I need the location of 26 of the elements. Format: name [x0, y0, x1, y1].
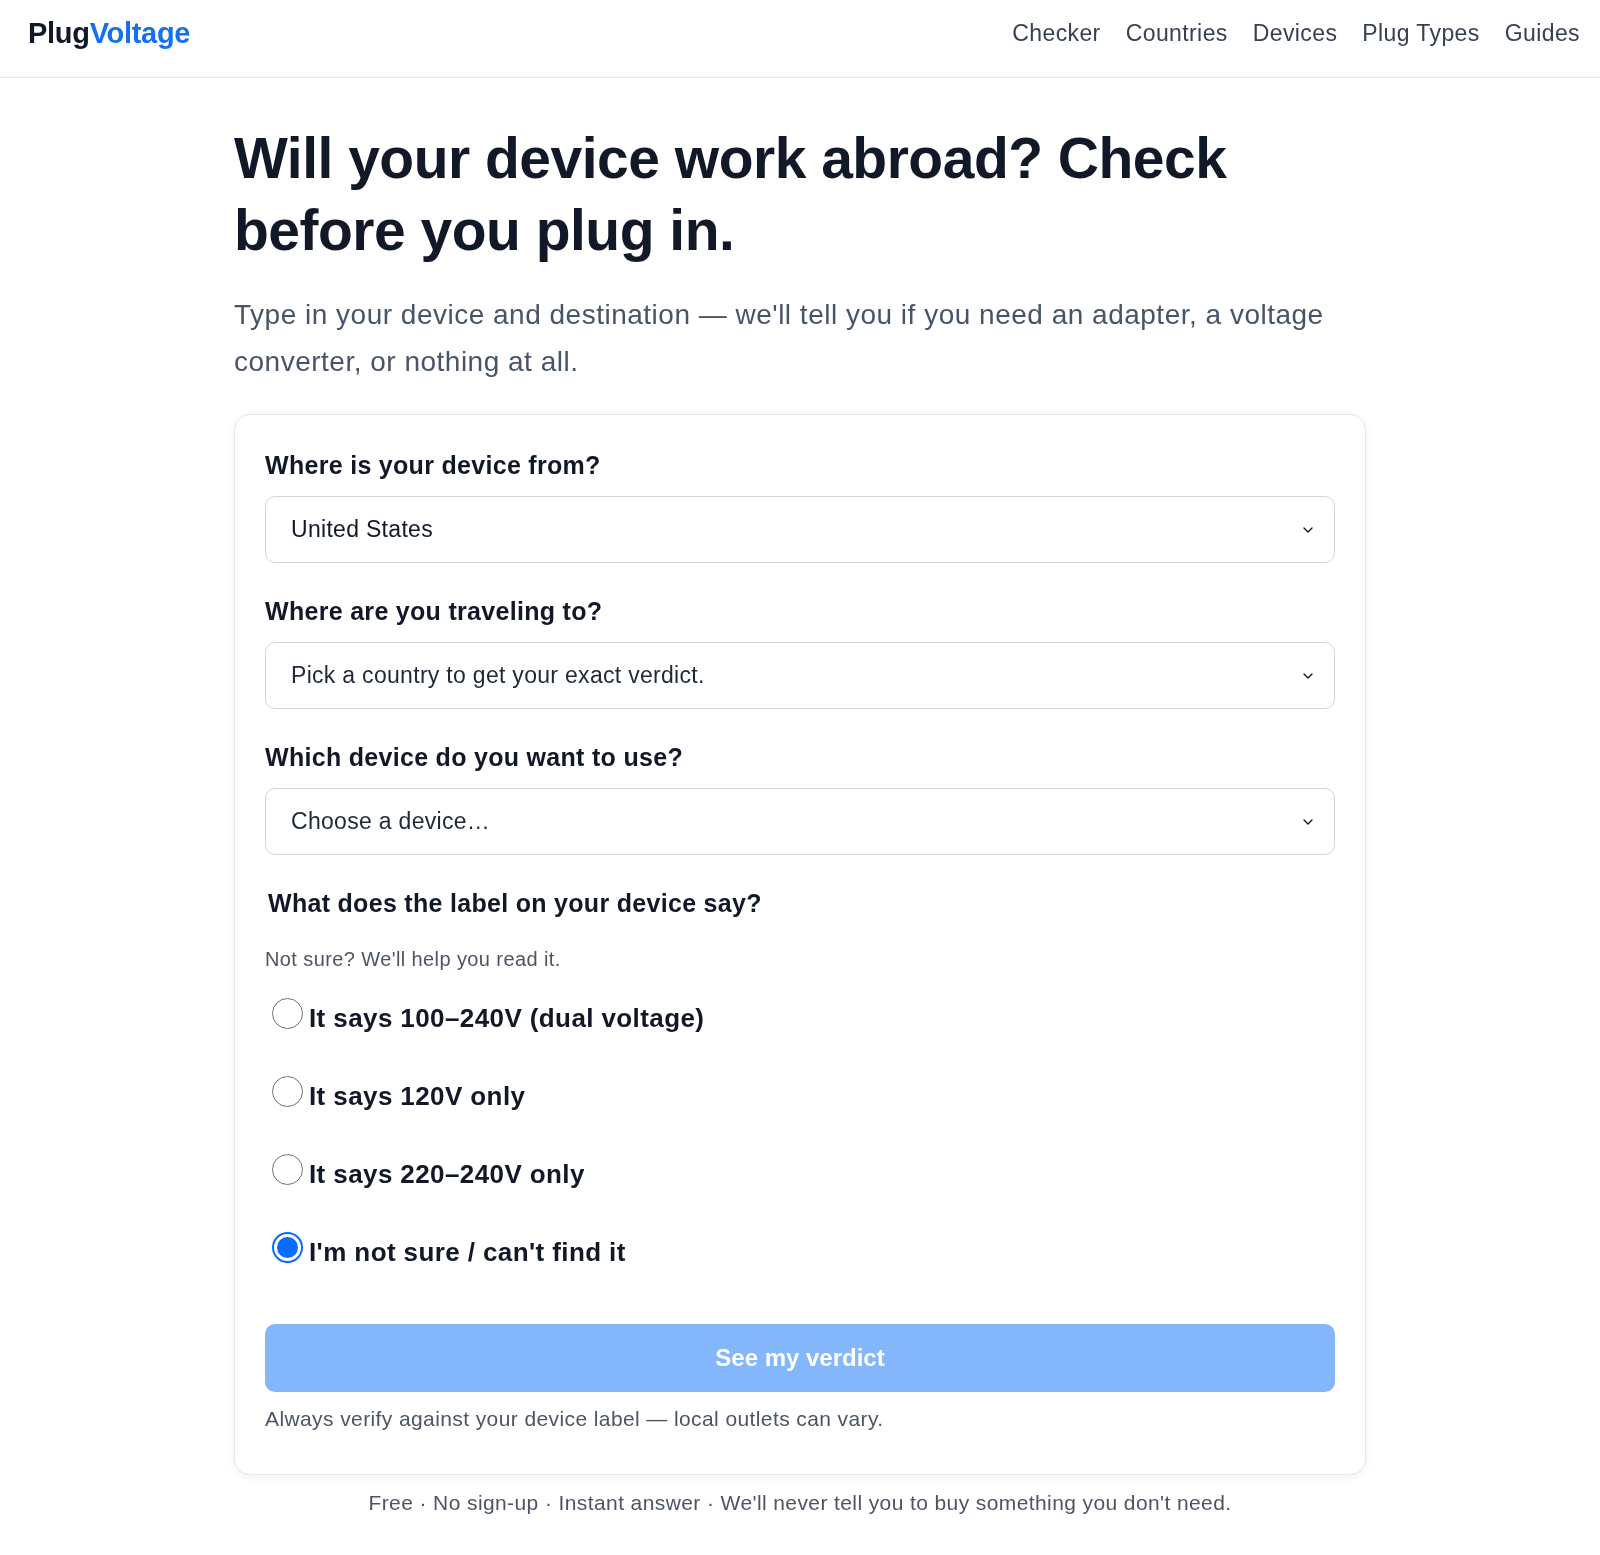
- radio-button[interactable]: [272, 1231, 303, 1263]
- radio-button[interactable]: [272, 1153, 303, 1185]
- select-field[interactable]: Pick a country to get your exact verdict.: [265, 642, 1335, 709]
- nav-link[interactable]: Checker: [1012, 17, 1101, 48]
- radio-button[interactable]: [272, 997, 303, 1029]
- field-label: Where are you traveling to?: [265, 596, 604, 627]
- page-title: Will your device work abroad? Check before you plug in.: [234, 125, 1228, 264]
- logo[interactable]: PlugVoltage: [28, 14, 191, 51]
- select-field[interactable]: United States: [265, 496, 1335, 563]
- disclaimer-text: Always verify against your device label — local outlets can vary.: [265, 1406, 885, 1432]
- footer-text: Free · No sign-up · Instant answer · We'll never tell you to buy something you don't need.: [367, 1490, 1233, 1516]
- question-label: What does the label on your device say?: [267, 888, 763, 919]
- radio-label[interactable]: It says 100–240V (dual voltage): [309, 1001, 705, 1035]
- radio-label[interactable]: It says 220–240V only: [309, 1157, 585, 1191]
- nav-link[interactable]: Countries: [1125, 17, 1228, 48]
- nav-link[interactable]: Guides: [1504, 17, 1580, 48]
- hint-text: Not sure? We'll help you read it.: [265, 947, 562, 972]
- select-field[interactable]: Choose a device…: [265, 788, 1335, 855]
- radio-label[interactable]: I'm not sure / can't find it: [309, 1235, 626, 1269]
- field-label: Where is your device from?: [265, 450, 602, 481]
- nav-link[interactable]: Devices: [1252, 17, 1338, 48]
- radio-label[interactable]: It says 120V only: [309, 1079, 526, 1113]
- page-subtitle: Type in your device and destination — we'll tell you if you need an adapter, a voltage converter, or nothing at all.: [234, 298, 1325, 379]
- nav-link[interactable]: Plug Types: [1362, 17, 1480, 48]
- field-label: Which device do you want to use?: [265, 742, 684, 773]
- radio-button[interactable]: [272, 1075, 303, 1107]
